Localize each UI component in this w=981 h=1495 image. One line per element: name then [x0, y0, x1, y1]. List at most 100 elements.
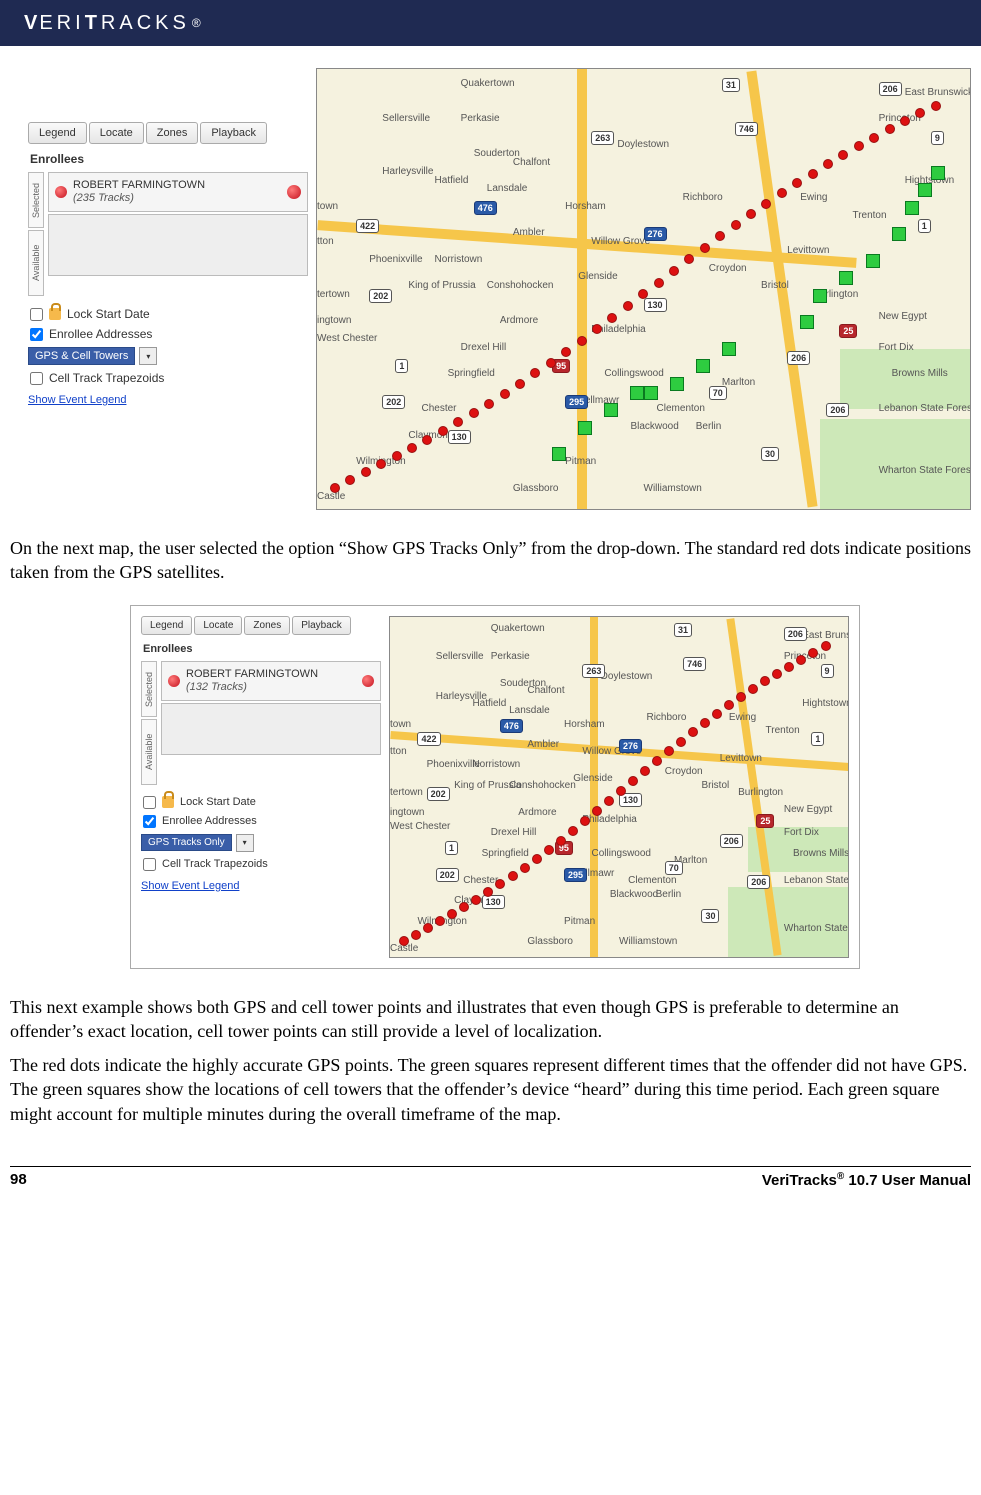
- tab-legend[interactable]: Legend: [28, 122, 87, 144]
- cell-tower-point: [866, 254, 880, 268]
- cell-trapezoids-checkbox-2[interactable]: [143, 858, 156, 871]
- map-label: Horsham: [565, 201, 606, 212]
- map-label: Burlington: [738, 787, 783, 798]
- map-label: Berlin: [656, 889, 682, 900]
- map-label: Trenton: [852, 210, 886, 221]
- cell-tower-point: [892, 227, 906, 241]
- route-shield: 206: [787, 351, 810, 365]
- gps-point: [823, 159, 833, 169]
- show-event-legend-link[interactable]: Show Event Legend: [28, 394, 126, 406]
- route-shield: 1: [918, 219, 931, 233]
- gps-point: [688, 727, 698, 737]
- map-label: Harleysville: [382, 166, 433, 177]
- enrollee-addresses-checkbox[interactable]: [30, 328, 43, 341]
- cell-tower-point: [918, 183, 932, 197]
- enrollee-tracks-2: (132 Tracks): [186, 681, 356, 694]
- footer-title: VeriTracks® 10.7 User Manual: [762, 1171, 971, 1189]
- cell-tower-point: [552, 447, 566, 461]
- route-shield: 476: [474, 201, 497, 215]
- map-label: Fort Dix: [784, 827, 819, 838]
- gps-point: [724, 700, 734, 710]
- gps-point: [748, 684, 758, 694]
- map-label: Clementon: [657, 403, 705, 414]
- map-label: Browns Mills: [892, 368, 948, 379]
- map-label: Philadelphia: [582, 814, 637, 825]
- figure-2: Legend Locate Zones Playback Enrollees S…: [141, 616, 849, 958]
- footer-page: 98: [10, 1171, 27, 1189]
- route-shield: 476: [500, 719, 523, 733]
- lock-start-label-2: Lock Start Date: [180, 796, 256, 808]
- route-shield: 422: [356, 219, 379, 233]
- show-event-legend-link-2[interactable]: Show Event Legend: [141, 880, 239, 892]
- brand-bar: VERITRACKS®: [0, 0, 981, 46]
- chevron-down-icon[interactable]: ▾: [139, 347, 157, 365]
- available-enrollees-empty[interactable]: [48, 214, 308, 276]
- route-shield: 206: [720, 834, 743, 848]
- tab-zones-2[interactable]: Zones: [244, 616, 290, 635]
- tab-zones[interactable]: Zones: [146, 122, 199, 144]
- map-label: Willow Grove: [591, 236, 650, 247]
- lock-start-checkbox[interactable]: [30, 308, 43, 321]
- enrollees-heading: Enrollees: [30, 152, 308, 166]
- gps-point: [792, 178, 802, 188]
- route-shield: 295: [564, 868, 587, 882]
- map-label: Ambler: [513, 227, 545, 238]
- enrollee-row-selected[interactable]: ROBERT FARMINGTOWN (235 Tracks): [48, 172, 308, 212]
- map-label: tton: [390, 746, 407, 757]
- available-enrollees-empty-2[interactable]: [161, 703, 381, 755]
- paragraph-1: On the next map, the user selected the o…: [10, 536, 971, 585]
- map-label: Williamstown: [644, 483, 702, 494]
- gps-point: [532, 854, 542, 864]
- map-label: Drexel Hill: [461, 342, 507, 353]
- route-shield: 263: [582, 664, 605, 678]
- chevron-down-icon-2[interactable]: ▾: [236, 834, 254, 852]
- map-label: Collingswood: [592, 848, 651, 859]
- gps-point: [669, 266, 679, 276]
- gps-point: [784, 662, 794, 672]
- selected-side-label-2: Selected: [141, 661, 157, 717]
- tab-locate[interactable]: Locate: [89, 122, 144, 144]
- map-label: Drexel Hill: [491, 827, 537, 838]
- enrollee-addresses-checkbox-2[interactable]: [143, 815, 156, 828]
- map-label: East Brunswick: [905, 87, 971, 98]
- tab-playback[interactable]: Playback: [200, 122, 267, 144]
- map-label: Lebanon State Forest: [784, 875, 849, 886]
- lock-start-checkbox-2[interactable]: [143, 796, 156, 809]
- gps-point: [676, 737, 686, 747]
- enrollee-row-selected-2[interactable]: ROBERT FARMINGTOWN (132 Tracks): [161, 661, 381, 701]
- map-label: Lebanon State Forest: [879, 403, 971, 414]
- tab-playback-2[interactable]: Playback: [292, 616, 351, 635]
- gps-point: [484, 399, 494, 409]
- map-label: Lansdale: [487, 183, 528, 194]
- map-label: Norristown: [435, 254, 483, 265]
- map-label: West Chester: [390, 821, 450, 832]
- gps-point: [330, 483, 340, 493]
- map-label: New Egypt: [784, 804, 832, 815]
- map-2[interactable]: QuakertownSellersvillePerkasieSoudertonD…: [389, 616, 849, 958]
- cell-trapezoids-label-2: Cell Track Trapezoids: [162, 858, 268, 870]
- route-shield: 746: [683, 657, 706, 671]
- map-label: Richboro: [683, 192, 723, 203]
- map-label: Hatfield: [435, 175, 469, 186]
- cell-trapezoids-checkbox[interactable]: [30, 372, 43, 385]
- map-label: Castle: [317, 491, 345, 502]
- tab-legend-2[interactable]: Legend: [141, 616, 192, 635]
- gps-point: [715, 231, 725, 241]
- map-1[interactable]: QuakertownSellersvillePerkasieSoudertonD…: [316, 68, 971, 510]
- map-label: Bristol: [761, 280, 789, 291]
- tab-locate-2[interactable]: Locate: [194, 616, 242, 635]
- tracks-dropdown-1[interactable]: GPS & Cell Towers: [28, 347, 135, 365]
- map-label: Blackwood: [610, 889, 658, 900]
- tracks-dropdown-2[interactable]: GPS Tracks Only: [141, 834, 232, 851]
- gps-point: [520, 863, 530, 873]
- map-label: Collingswood: [604, 368, 663, 379]
- gps-point: [544, 845, 554, 855]
- map-label: Norristown: [472, 759, 520, 770]
- route-shield: 9: [931, 131, 944, 145]
- gps-point: [580, 816, 590, 826]
- cell-tower-point: [839, 271, 853, 285]
- route-shield: 263: [591, 131, 614, 145]
- map-label: Richboro: [646, 712, 686, 723]
- gps-point: [376, 459, 386, 469]
- enrollee-addresses-label-2: Enrollee Addresses: [162, 815, 257, 827]
